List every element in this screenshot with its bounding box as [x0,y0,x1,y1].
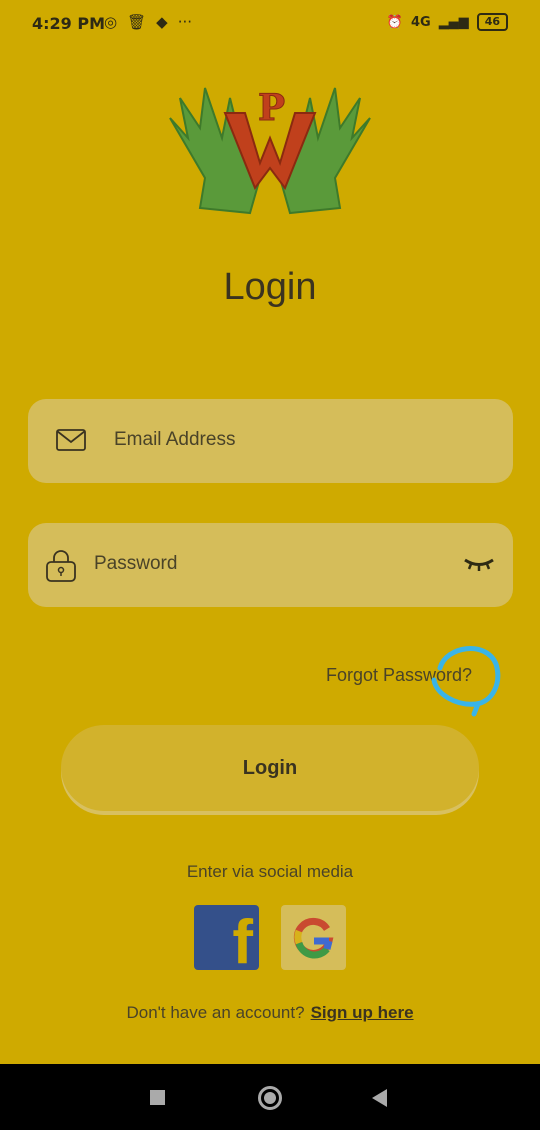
status-time: 4:29 PM [32,14,106,33]
facebook-login-button[interactable]: f [194,905,259,970]
login-button[interactable]: Login [61,725,479,811]
signal-icon: ▂▄▆ [438,14,469,30]
google-login-button[interactable] [281,905,346,970]
signup-row: Don't have an account? Sign up here [0,1003,540,1023]
email-field[interactable]: Email Address [28,399,513,483]
signup-prompt: Don't have an account? [126,1003,305,1022]
network-type: 4G [410,14,431,30]
eye-closed-icon[interactable] [463,557,495,573]
recents-button[interactable] [150,1090,165,1105]
facebook-icon: f [232,908,253,970]
app-icon: ◆ [156,13,168,31]
lock-icon [46,550,76,582]
trash-icon: 🗑 [127,13,147,31]
alarm-icon: ⏰ [386,14,403,30]
back-button[interactable] [372,1089,387,1107]
notification-icons: ◎ 🗑 ◆ ··· [104,13,192,31]
more-icon: ··· [177,13,192,31]
envelope-icon [56,429,86,451]
status-bar: 4:29 PM ◎ 🗑 ◆ ··· ⏰ 4G ▂▄▆ 46 [0,0,540,48]
navigation-bar [0,1064,540,1130]
password-field[interactable]: Password [28,523,513,607]
home-button[interactable] [258,1086,282,1110]
system-icons: ⏰ 4G ▂▄▆ 46 [387,13,508,31]
signup-link[interactable]: Sign up here [311,1003,414,1022]
annotation-circle [431,646,501,717]
page-title: Login [223,266,317,308]
password-input[interactable]: Password [94,553,177,575]
email-input[interactable]: Email Address [114,429,235,451]
svg-text:P: P [258,87,285,129]
instagram-icon: ◎ [104,13,118,31]
app-logo: P [169,87,371,215]
google-icon [293,917,334,959]
battery-icon: 46 [476,13,508,31]
social-label: Enter via social media [186,862,354,881]
